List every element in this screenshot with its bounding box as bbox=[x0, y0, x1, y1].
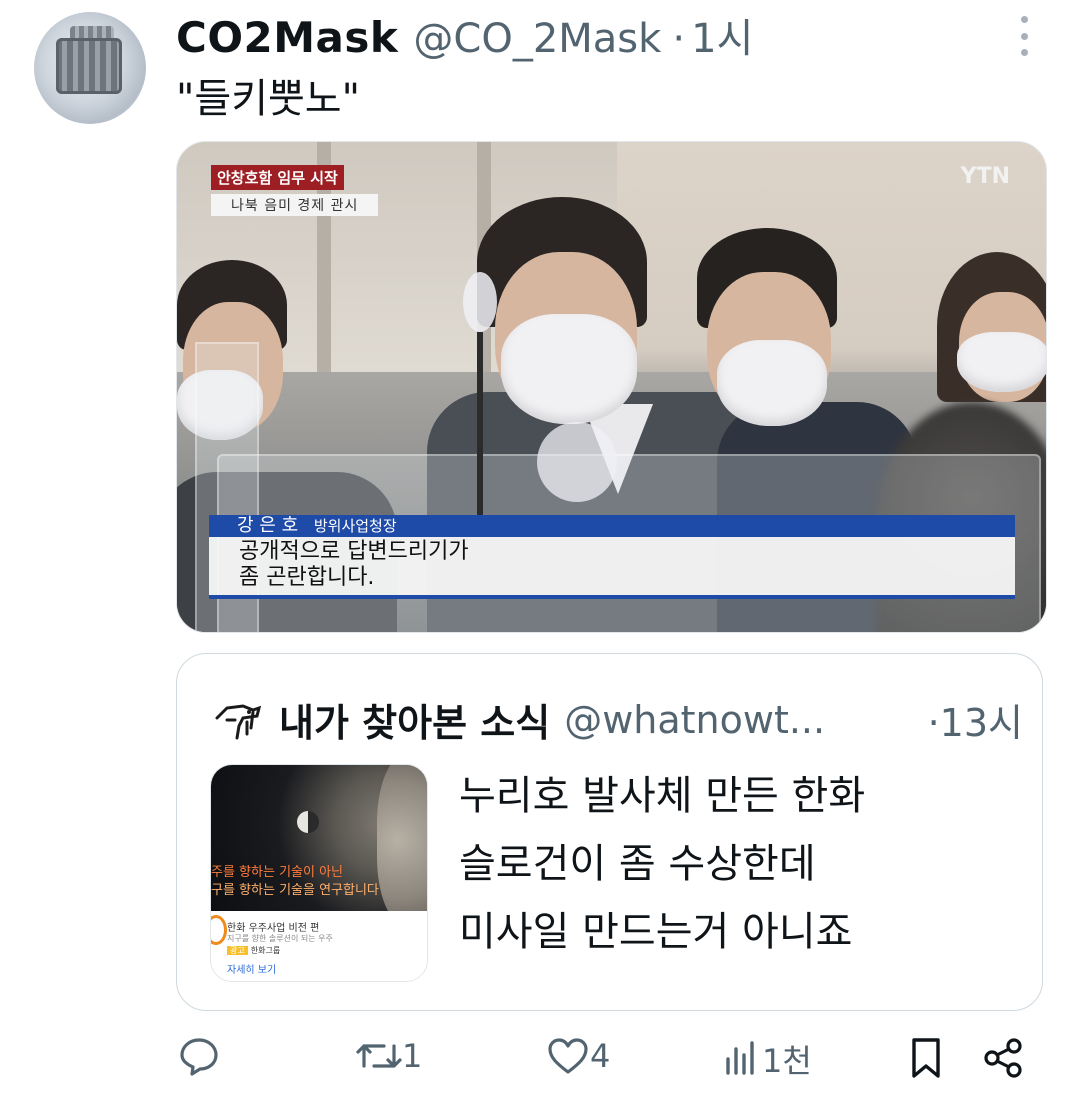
moon-graphic bbox=[297, 811, 319, 833]
broadcaster-logo: YTN bbox=[960, 164, 1010, 189]
space-image: 주를 향하는 기술이 아닌 구를 향하는 기술을 연구합니다 bbox=[211, 765, 427, 925]
tweet-text: "들키뿟노" bbox=[176, 76, 360, 122]
reply-button[interactable] bbox=[178, 1036, 220, 1076]
speaker-role: 방위사업청장 bbox=[313, 517, 397, 535]
subtitle-line-1: 공개적으로 답변드리기가 bbox=[239, 539, 469, 564]
quoted-tweet-text: 누리호 발사체 만든 한화 슬로건이 좀 수상한데 미사일 만드는거 아니죠 bbox=[459, 773, 866, 955]
quoted-tweet-header: 내가 찾아본 소식 @whatnowt... ·13시 bbox=[213, 692, 1023, 747]
engine-avatar-graphic bbox=[56, 38, 122, 94]
views-button[interactable]: 1천 bbox=[722, 1036, 812, 1082]
tweet-action-bar: 1 4 1천 bbox=[0, 1036, 1080, 1096]
header-separator: · bbox=[672, 16, 686, 62]
speaker-name: 강 은 호 bbox=[237, 515, 299, 536]
author-handle[interactable]: @CO_2Mask bbox=[413, 16, 661, 62]
thumb-text-1: 주를 향하는 기술이 아닌 bbox=[211, 865, 343, 880]
author-name[interactable]: CO2Mask bbox=[176, 13, 398, 62]
author-avatar[interactable] bbox=[34, 12, 146, 124]
share-button[interactable] bbox=[982, 1036, 1026, 1080]
quoted-author-name[interactable]: 내가 찾아본 소식 bbox=[279, 692, 550, 747]
tweet-media-image[interactable]: 안창호함 임무 시작 나북 음미 경제 관시 YTN 강 은 호 방위사업청장 … bbox=[176, 141, 1047, 633]
subtitle-box: 공개적으로 답변드리기가 좀 곤란합니다. bbox=[209, 537, 1015, 599]
quoted-time[interactable]: ·13시 bbox=[928, 692, 1023, 747]
views-icon bbox=[726, 1041, 754, 1075]
subtitle-line-2: 좀 곤란합니다. bbox=[239, 565, 375, 590]
bookmark-icon bbox=[912, 1038, 940, 1078]
retweet-button[interactable]: 1 bbox=[356, 1036, 422, 1076]
share-icon bbox=[984, 1038, 1022, 1078]
quoted-author-handle[interactable]: @whatnowt... bbox=[564, 698, 825, 742]
like-button[interactable]: 4 bbox=[546, 1036, 610, 1076]
views-count: 1천 bbox=[762, 1042, 812, 1080]
hanwha-logo-icon bbox=[211, 915, 227, 945]
news-top-subcaption: 나북 음미 경제 관시 bbox=[211, 194, 379, 216]
ad-card: 한화 우주사업 비전 편 지구를 향한 솔루션이 되는 우주 광고 한화그룹 자세… bbox=[211, 911, 427, 981]
quoted-tweet[interactable]: 내가 찾아본 소식 @whatnowt... ·13시 주를 향하는 기술이 아… bbox=[176, 653, 1043, 1011]
dog-sketch-avatar-icon[interactable] bbox=[213, 698, 265, 742]
tweet-header: CO2Mask @CO_2Mask · 1시 bbox=[176, 6, 1010, 62]
more-vertical-icon[interactable] bbox=[1006, 16, 1042, 56]
tweet-time[interactable]: 1시 bbox=[691, 16, 753, 62]
ad-title: 한화 우주사업 비전 편 bbox=[227, 923, 320, 934]
heart-icon bbox=[548, 1038, 588, 1074]
bookmark-button[interactable] bbox=[906, 1036, 946, 1080]
retweet-icon bbox=[356, 1044, 402, 1068]
news-top-caption: 안창호함 임무 시작 bbox=[211, 165, 344, 190]
thumb-text-2: 구를 향하는 기술을 연구합니다 bbox=[211, 883, 379, 898]
quoted-media-thumbnail[interactable]: 주를 향하는 기술이 아닌 구를 향하는 기술을 연구합니다 한화 우주사업 비… bbox=[210, 764, 428, 982]
ad-link: 자세히 보기 bbox=[227, 965, 277, 976]
retweet-count: 1 bbox=[402, 1037, 423, 1075]
news-lower-third: 강 은 호 방위사업청장 공개적으로 답변드리기가 좀 곤란합니다. bbox=[209, 515, 1015, 599]
reply-icon bbox=[180, 1038, 218, 1076]
speaker-bar: 강 은 호 방위사업청장 bbox=[209, 515, 1015, 537]
like-count: 4 bbox=[590, 1037, 611, 1075]
ad-brand-row: 광고 한화그룹 bbox=[227, 945, 280, 956]
ad-subtitle: 지구를 향한 솔루션이 되는 우주 bbox=[227, 934, 333, 943]
